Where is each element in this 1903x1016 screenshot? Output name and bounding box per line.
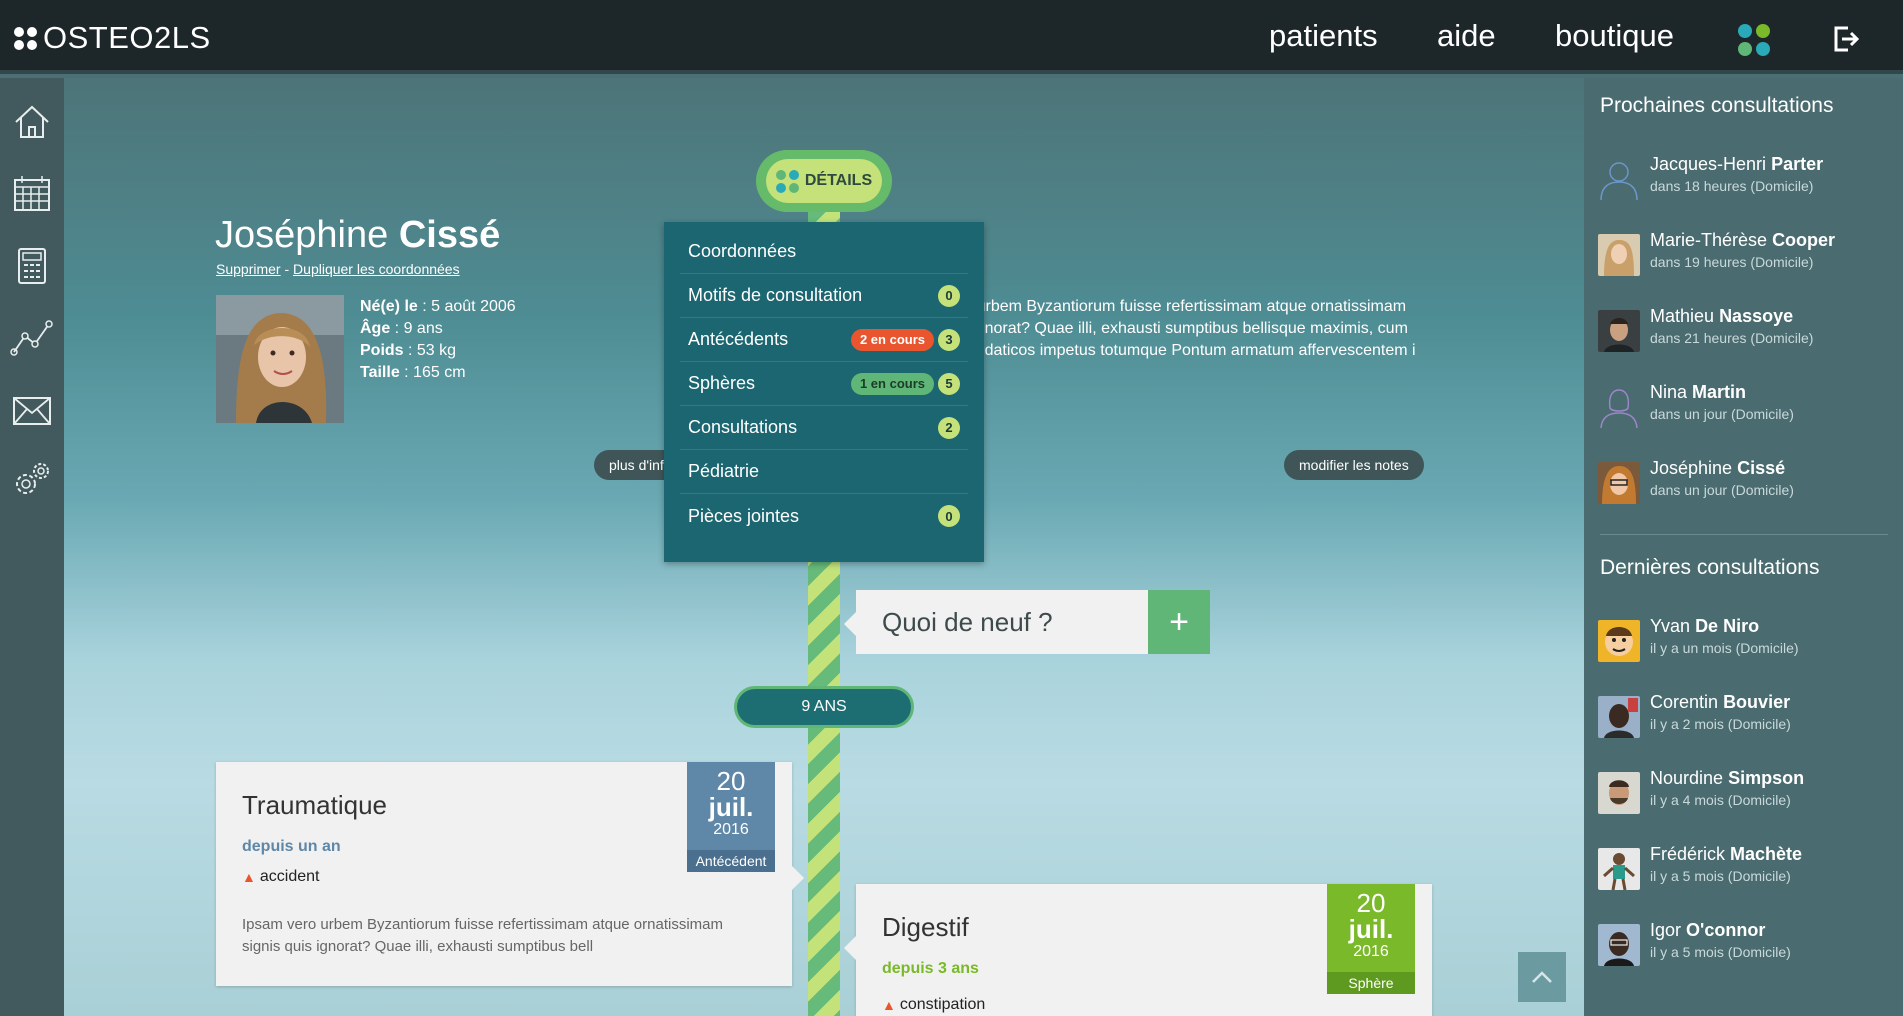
born-row: Né(e) le : 5 août 2006 bbox=[360, 298, 516, 315]
avatar-placeholder-icon bbox=[1598, 158, 1640, 200]
stats-chart-icon[interactable] bbox=[10, 316, 54, 360]
warning-icon: ▲ bbox=[242, 869, 256, 885]
recent-item[interactable]: Nourdine Simpson il y a 4 mois (Domicile… bbox=[1598, 768, 1888, 816]
age-row: Âge : 9 ans bbox=[360, 320, 443, 337]
recent-item[interactable]: Igor O'connor il y a 5 mois (Domicile) bbox=[1598, 920, 1888, 968]
avatar bbox=[1598, 462, 1640, 504]
details-button[interactable]: DÉTAILS bbox=[756, 150, 892, 212]
menu-item-pieces-jointes[interactable]: Pièces jointes 0 bbox=[680, 494, 968, 538]
card-since: depuis 3 ans bbox=[882, 960, 979, 977]
avatar bbox=[1598, 696, 1640, 738]
quoi-arrow bbox=[844, 612, 856, 636]
right-sidebar: Prochaines consultations Jacques-Henri P… bbox=[1584, 78, 1903, 1016]
date-badge: 20 juil. 2016 Sphère bbox=[1327, 884, 1415, 994]
menu-item-consultations[interactable]: Consultations 2 bbox=[680, 406, 968, 450]
timeline-card-traumatique[interactable]: Traumatique depuis un an ▲ accident Ipsa… bbox=[216, 762, 792, 986]
calendar-icon[interactable] bbox=[10, 172, 54, 216]
count-badge: 0 bbox=[938, 505, 960, 527]
top-bar: OSTEO2LS patients aide boutique bbox=[0, 0, 1903, 74]
avatar bbox=[1598, 772, 1640, 814]
nav-boutique[interactable]: boutique bbox=[1555, 18, 1674, 54]
card-tag: ▲ accident bbox=[242, 868, 320, 885]
patient-links: Supprimer - Dupliquer les coordonnées bbox=[216, 261, 460, 277]
date-type-label: Sphère bbox=[1327, 972, 1415, 994]
avatar bbox=[1598, 924, 1640, 966]
menu-item-pediatrie[interactable]: Pédiatrie bbox=[680, 450, 968, 494]
app-logo[interactable]: OSTEO2LS bbox=[14, 20, 211, 56]
logo-text: OSTEO2LS bbox=[43, 20, 211, 55]
chevron-up-icon bbox=[1532, 971, 1552, 983]
recent-item[interactable]: Yvan De Niro il y a un mois (Domicile) bbox=[1598, 616, 1888, 664]
whats-new-input[interactable]: Quoi de neuf ? bbox=[856, 590, 1148, 654]
recent-item[interactable]: Frédérick Machète il y a 5 mois (Domicil… bbox=[1598, 844, 1888, 892]
upcoming-item[interactable]: Mathieu Nassoye dans 21 heures (Domicile… bbox=[1598, 306, 1888, 354]
age-marker: 9 ANS bbox=[734, 686, 914, 728]
avatar-placeholder-female-icon bbox=[1598, 386, 1640, 428]
card-title: Digestif bbox=[882, 912, 969, 942]
recent-title: Dernières consultations bbox=[1600, 556, 1820, 579]
weight-row: Poids : 53 kg bbox=[360, 342, 457, 359]
card-since: depuis un an bbox=[242, 838, 341, 855]
menu-item-coordonnees[interactable]: Coordonnées bbox=[680, 230, 968, 274]
menu-item-antecedents[interactable]: Antécédents 2 en cours 3 bbox=[680, 318, 968, 362]
card-tag: ▲ constipation bbox=[882, 996, 986, 1013]
count-badge: 2 bbox=[938, 416, 960, 439]
left-sidebar bbox=[0, 78, 64, 1016]
logout-icon[interactable] bbox=[1830, 24, 1860, 54]
logo-dots-icon bbox=[14, 26, 37, 50]
avatar-cartoon bbox=[1598, 620, 1640, 662]
mail-icon[interactable] bbox=[10, 388, 54, 432]
patient-info: Né(e) le : 5 août 2006 Âge : 9 ans Poids… bbox=[360, 296, 516, 384]
upcoming-title: Prochaines consultations bbox=[1600, 94, 1834, 117]
upcoming-item[interactable]: Jacques-Henri Parter dans 18 heures (Dom… bbox=[1598, 154, 1888, 202]
card-title: Traumatique bbox=[242, 790, 387, 820]
details-label: DÉTAILS bbox=[804, 172, 873, 189]
settings-gears-icon[interactable] bbox=[10, 458, 54, 502]
sidebar-divider bbox=[1600, 534, 1888, 535]
upcoming-item[interactable]: Marie-Thérèse Cooper dans 19 heures (Dom… bbox=[1598, 230, 1888, 278]
duplicate-link[interactable]: Dupliquer les coordonnées bbox=[293, 261, 460, 277]
edit-notes-button[interactable]: modifier les notes bbox=[1284, 450, 1424, 480]
home-icon[interactable] bbox=[10, 100, 54, 144]
patient-name: Joséphine Cissé bbox=[215, 214, 501, 256]
avatar bbox=[1598, 848, 1640, 890]
details-menu: Coordonnées Motifs de consultation 0 Ant… bbox=[664, 222, 984, 562]
scroll-to-top-button[interactable] bbox=[1518, 952, 1566, 1002]
nav-aide[interactable]: aide bbox=[1437, 18, 1496, 54]
date-badge: 20 juil. 2016 Antécédent bbox=[687, 762, 775, 872]
in-progress-badge: 2 en cours bbox=[850, 328, 934, 351]
date-type-label: Antécédent bbox=[687, 850, 775, 872]
upcoming-item[interactable]: Joséphine Cissé dans un jour (Domicile) bbox=[1598, 458, 1888, 506]
card-text: Ipsam vero urbem Byzantiorum fuisse refe… bbox=[242, 916, 723, 955]
count-badge: 3 bbox=[938, 328, 960, 351]
patient-photo bbox=[216, 295, 344, 423]
add-entry-button[interactable]: + bbox=[1148, 590, 1210, 654]
card-arrow bbox=[844, 936, 856, 960]
count-badge: 0 bbox=[938, 284, 960, 307]
avatar bbox=[1598, 310, 1640, 352]
menu-item-motifs[interactable]: Motifs de consultation 0 bbox=[680, 274, 968, 318]
details-dots-icon bbox=[775, 169, 799, 193]
apps-grid-icon[interactable] bbox=[1738, 24, 1770, 56]
avatar bbox=[1598, 234, 1640, 276]
delete-link[interactable]: Supprimer bbox=[216, 261, 281, 277]
calculator-icon[interactable] bbox=[10, 244, 54, 288]
menu-item-spheres[interactable]: Sphères 1 en cours 5 bbox=[680, 362, 968, 406]
upcoming-item[interactable]: Nina Martin dans un jour (Domicile) bbox=[1598, 382, 1888, 430]
warning-icon: ▲ bbox=[882, 997, 896, 1013]
recent-item[interactable]: Corentin Bouvier il y a 2 mois (Domicile… bbox=[1598, 692, 1888, 740]
in-progress-badge: 1 en cours bbox=[850, 372, 934, 395]
card-arrow bbox=[792, 866, 804, 890]
timeline-card-digestif[interactable]: Digestif depuis 3 ans ▲ constipation 20 … bbox=[856, 884, 1432, 1016]
nav-patients[interactable]: patients bbox=[1269, 18, 1378, 54]
height-row: Taille : 165 cm bbox=[360, 364, 466, 381]
count-badge: 5 bbox=[938, 372, 960, 395]
